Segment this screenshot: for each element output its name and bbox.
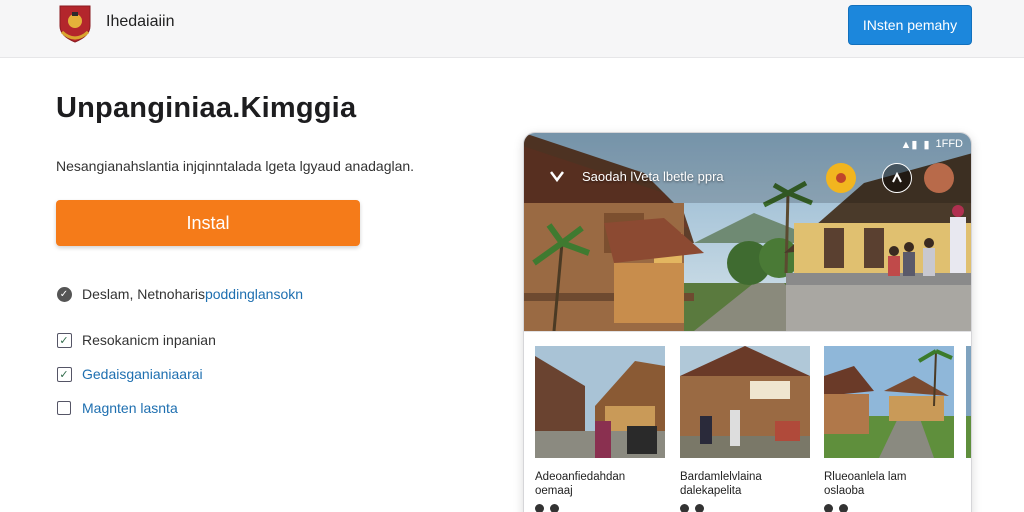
phone-status-bar: ▲▮ ▮ 1FFD <box>524 133 971 155</box>
rating-dots <box>680 504 810 512</box>
feature-item: ✓ Deslam, Netnoharis poddinglansokn <box>56 286 303 302</box>
card-title: Adeoanfiedahdan <box>535 471 626 483</box>
checkbox-empty-icon[interactable] <box>56 400 72 416</box>
crest-logo[interactable] <box>54 4 96 44</box>
status-time: 1FFD <box>935 138 964 150</box>
signal-icon: ▲▮ <box>900 138 918 151</box>
rating-dots <box>824 504 954 512</box>
heart-outline-icon[interactable] <box>548 167 566 185</box>
card-image <box>535 346 665 458</box>
rating-dots <box>535 504 665 512</box>
gallery-card[interactable]: Bardamlelvlaina dalekapelita <box>680 346 810 512</box>
phone-mockup: ▲▮ ▮ 1FFD Saodah lVeta lbetle ppra Adeoa… <box>523 132 972 512</box>
gallery-cards: Adeoanfiedahdan oemaaj Bardamlelvlaina d… <box>524 331 971 512</box>
gallery-card-partial[interactable] <box>966 346 971 458</box>
gallery-card[interactable]: Rlueoanlela lam oslaoba <box>824 346 954 512</box>
card-image <box>824 346 954 458</box>
share-icon[interactable] <box>882 163 912 193</box>
install-button[interactable]: Instal <box>56 200 360 246</box>
app-title: Saodah lVeta lbetle ppra <box>582 169 724 184</box>
check-circle-icon: ✓ <box>56 286 72 302</box>
notification-icon[interactable] <box>826 163 856 193</box>
card-subtitle: oslaoba <box>824 485 865 497</box>
feature-link[interactable]: poddinglansokn <box>205 286 303 302</box>
feature-label: Magnten lasnta <box>82 400 178 416</box>
village-hero-image <box>524 133 971 332</box>
feature-item[interactable]: ✓ Gedaisganianiaarai <box>56 366 203 382</box>
gallery-card[interactable]: Adeoanfiedahdan oemaaj <box>535 346 665 512</box>
checkbox-checked-icon[interactable]: ✓ <box>56 366 72 382</box>
header-cta-button[interactable]: INsten pemahy <box>848 5 972 45</box>
feature-item[interactable]: Magnten lasnta <box>56 400 178 416</box>
brand-name: Ihedaiaiin <box>106 13 175 30</box>
card-subtitle: oemaaj <box>535 485 573 497</box>
avatar[interactable] <box>924 163 954 193</box>
card-image <box>680 346 810 458</box>
feature-label: Resokanicm inpanian <box>82 332 216 348</box>
feature-item[interactable]: ✓ Resokanicm inpanian <box>56 332 216 348</box>
top-bar: Ihedaiaiin INsten pemahy <box>0 0 1024 58</box>
feature-label: Deslam, Netnoharis <box>82 286 205 302</box>
card-title: Rlueoanlela lam <box>824 471 907 483</box>
feature-label: Gedaisganianiaarai <box>82 366 203 382</box>
page-subtitle: Nesangianahslantia injqinntalada lgeta l… <box>56 158 415 174</box>
card-title: Bardamlelvlaina <box>680 471 762 483</box>
card-subtitle: dalekapelita <box>680 485 742 497</box>
page-headline: Unpanginiaa.Kimggia <box>56 92 357 124</box>
battery-icon: ▮ <box>923 138 930 151</box>
card-image <box>966 346 971 458</box>
checkbox-checked-icon[interactable]: ✓ <box>56 332 72 348</box>
